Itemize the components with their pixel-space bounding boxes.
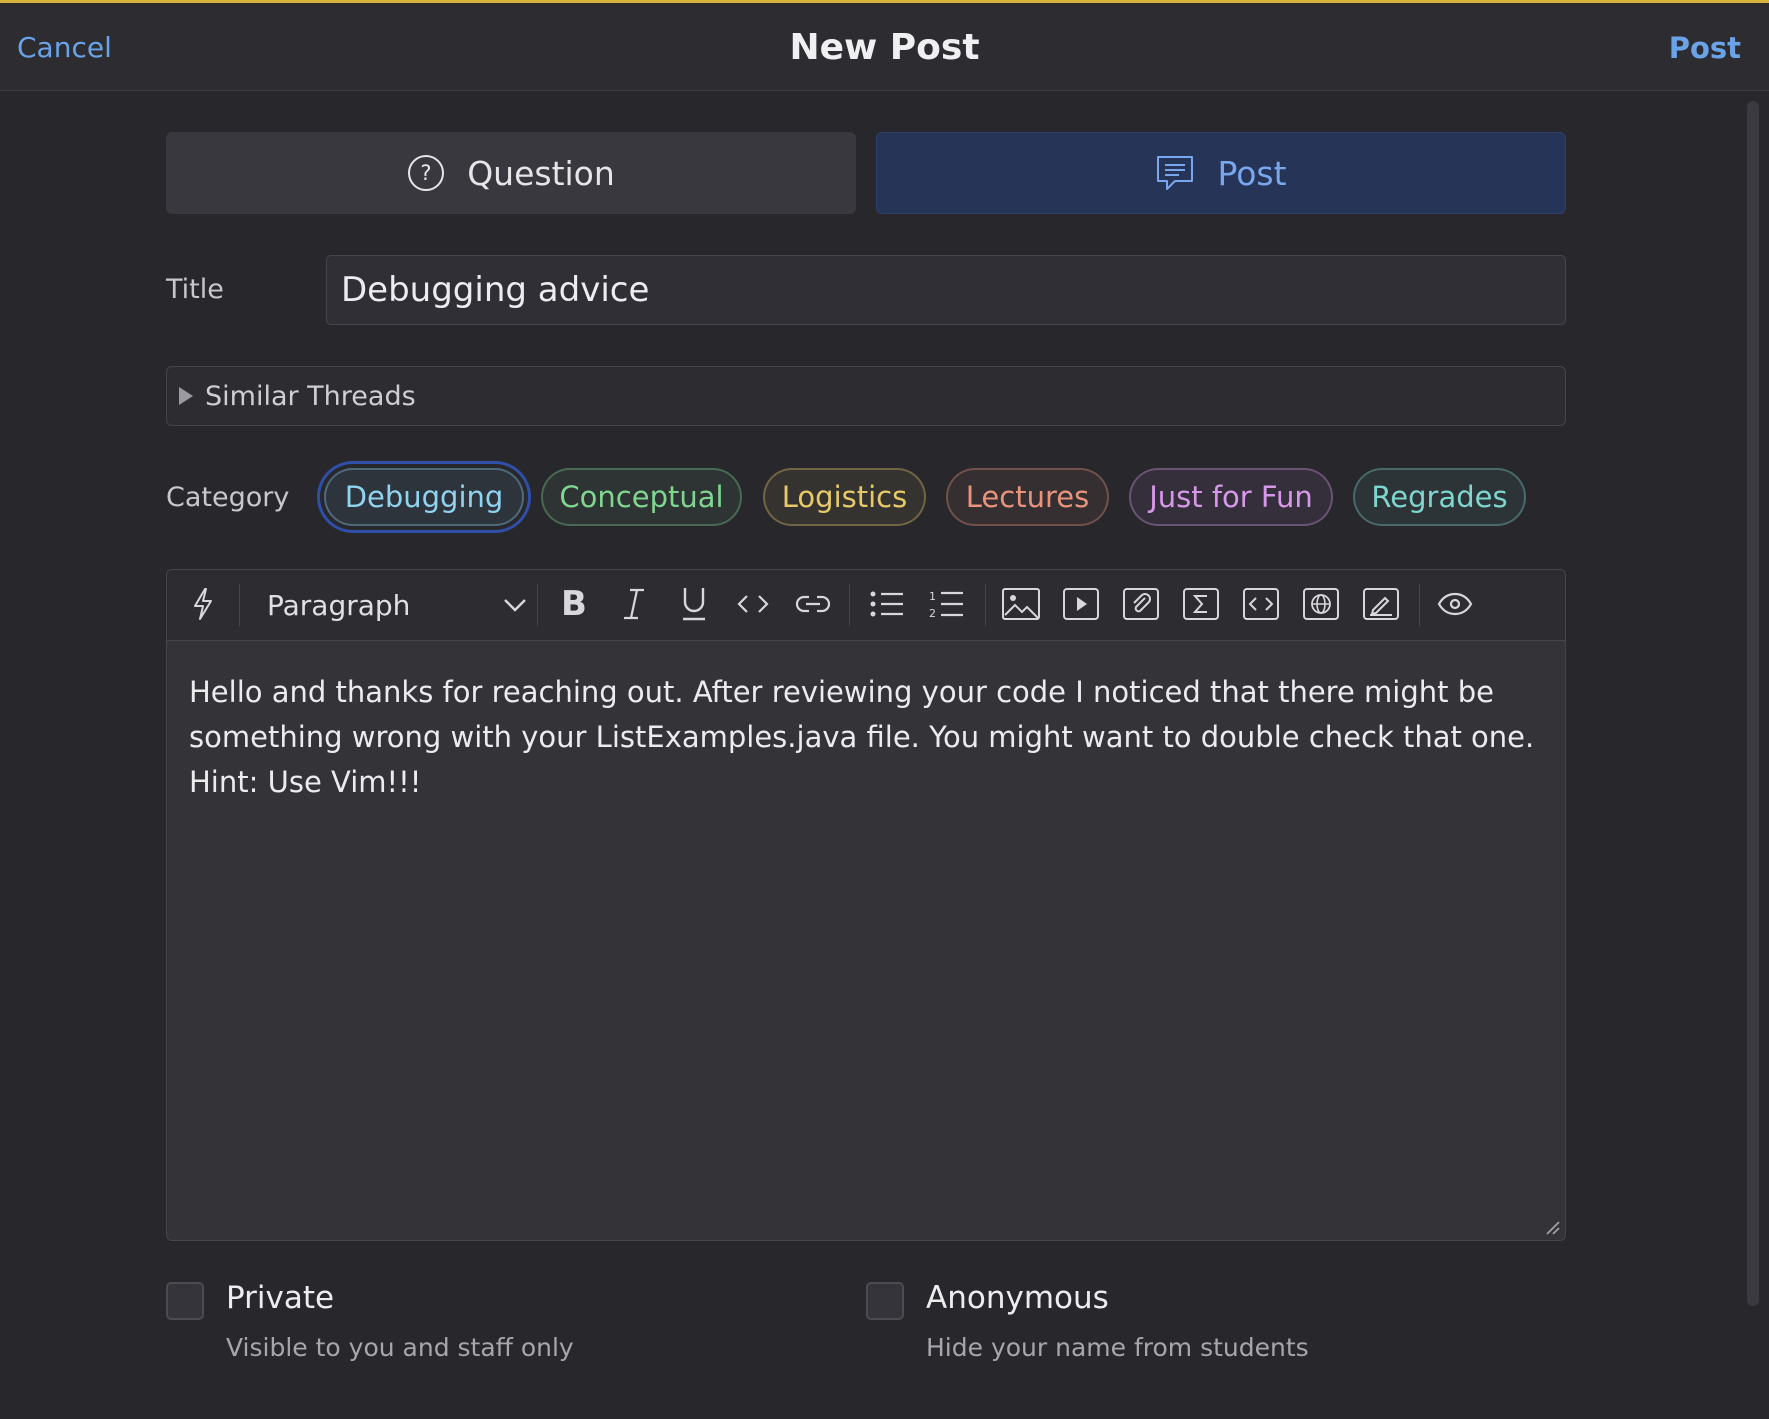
editor-line: Hello and thanks for reaching out. After…: [189, 675, 1494, 709]
private-label: Private: [226, 1280, 335, 1316]
svg-text:2: 2: [929, 607, 936, 619]
category-chip-debugging[interactable]: Debugging: [324, 468, 524, 526]
underline-icon[interactable]: [674, 584, 714, 624]
block-format-select[interactable]: Paragraph: [267, 584, 527, 626]
toolbar-separator: [1419, 584, 1420, 626]
preview-icon[interactable]: [1435, 584, 1475, 624]
block-format-value: Paragraph: [267, 588, 411, 622]
toolbar-separator: [239, 584, 240, 626]
drawing-icon[interactable]: [1361, 584, 1401, 624]
title-label: Title: [166, 274, 224, 305]
editor-content[interactable]: Hello and thanks for reaching out. After…: [189, 670, 1539, 805]
post-type-label: Post: [1217, 153, 1287, 193]
anonymous-label: Anonymous: [926, 1280, 1109, 1316]
bold-icon[interactable]: B: [554, 584, 594, 624]
italic-icon[interactable]: [614, 584, 654, 624]
title-input[interactable]: Debugging advice: [326, 255, 1566, 325]
inline-code-icon[interactable]: [733, 584, 773, 624]
category-label: Category: [166, 482, 290, 513]
category-chip-lectures[interactable]: Lectures: [946, 468, 1109, 526]
editor-line: Hint: Use Vim!!!: [189, 765, 422, 799]
resize-handle-icon[interactable]: [1541, 1216, 1561, 1236]
toolbar-separator: [537, 584, 538, 626]
anonymous-description: Hide your name from students: [926, 1333, 1309, 1362]
toolbar-separator: [849, 584, 850, 626]
post-type-button[interactable]: Post: [876, 132, 1566, 214]
video-icon[interactable]: [1061, 584, 1101, 624]
question-circle-icon: ?: [408, 155, 445, 191]
private-checkbox[interactable]: [166, 1282, 204, 1320]
category-chip-logistics[interactable]: Logistics: [763, 468, 926, 526]
question-type-label: Question: [467, 153, 615, 193]
math-icon[interactable]: [1181, 584, 1221, 624]
category-chip-just-for-fun[interactable]: Just for Fun: [1129, 468, 1333, 526]
top-bar: Cancel New Post Post: [0, 0, 1769, 91]
similar-threads-label: Similar Threads: [205, 380, 416, 412]
rich-text-editor[interactable]: Paragraph B 12 Hello and thanks for reac…: [166, 569, 1566, 1241]
code-block-icon[interactable]: [1241, 584, 1281, 624]
category-chip-conceptual[interactable]: Conceptual: [541, 468, 742, 526]
chevron-down-icon: [504, 599, 526, 612]
toolbar-separator: [985, 584, 986, 626]
editor-toolbar: Paragraph B 12: [167, 570, 1565, 641]
editor-line: something wrong with your ListExamples.j…: [189, 720, 1535, 754]
expand-triangle-icon: [179, 387, 193, 405]
numbered-list-icon[interactable]: 12: [927, 584, 967, 624]
bullet-list-icon[interactable]: [867, 584, 907, 624]
question-type-button[interactable]: ? Question: [166, 132, 856, 214]
category-chip-regrades[interactable]: Regrades: [1353, 468, 1526, 526]
link-icon[interactable]: [793, 584, 833, 624]
submit-post-button[interactable]: Post: [1669, 31, 1741, 65]
svg-text:?: ?: [421, 161, 432, 185]
scrollbar[interactable]: [1747, 101, 1759, 1306]
image-icon[interactable]: [1001, 584, 1041, 624]
similar-threads-toggle[interactable]: Similar Threads: [166, 366, 1566, 426]
chat-bubble-icon: [1157, 156, 1194, 190]
svg-text:1: 1: [929, 590, 936, 603]
anonymous-checkbox[interactable]: [866, 1282, 904, 1320]
web-embed-icon[interactable]: [1301, 584, 1341, 624]
page-title: New Post: [789, 27, 980, 68]
private-description: Visible to you and staff only: [226, 1333, 574, 1362]
lightning-icon[interactable]: [183, 584, 223, 624]
attachment-icon[interactable]: [1121, 584, 1161, 624]
